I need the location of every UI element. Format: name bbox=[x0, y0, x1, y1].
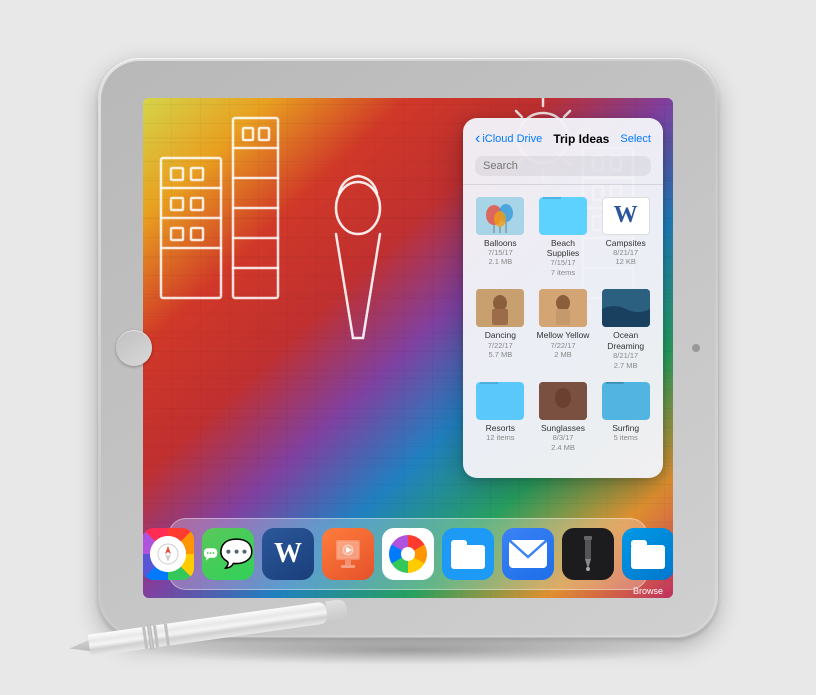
ocean-thumb bbox=[602, 289, 650, 327]
mail-app[interactable] bbox=[502, 528, 554, 580]
icloud-panel: iCloud Drive Trip Ideas Select bbox=[463, 118, 663, 478]
keynote-app[interactable] bbox=[322, 528, 374, 580]
messages-app[interactable] bbox=[202, 528, 254, 580]
pencil-end bbox=[325, 599, 348, 624]
campsites-name: Campsites bbox=[606, 238, 646, 248]
panel-file-grid: Balloons 7/15/17 2.1 MB Beach Supplies 7… bbox=[463, 185, 663, 465]
campsites-size: 12 KB bbox=[615, 257, 635, 267]
keynote-icon[interactable] bbox=[322, 528, 374, 580]
resorts-size: 12 items bbox=[486, 433, 514, 443]
camera-dot bbox=[692, 344, 700, 352]
file-item-beach-supplies[interactable]: Beach Supplies 7/15/17 7 items bbox=[534, 193, 593, 282]
word-icon[interactable]: W bbox=[262, 528, 314, 580]
file-item-sunglasses[interactable]: Sunglasses 8/3/17 2.4 MB bbox=[534, 378, 593, 457]
balloons-name: Balloons bbox=[484, 238, 517, 248]
mail-icon[interactable] bbox=[502, 528, 554, 580]
surfing-icon bbox=[602, 382, 650, 420]
photos-icon[interactable] bbox=[382, 528, 434, 580]
campsites-icon: W bbox=[602, 197, 650, 235]
photos-wheel bbox=[389, 535, 427, 573]
file-item-campsites[interactable]: W Campsites 8/21/17 12 KB bbox=[596, 193, 655, 282]
dancing-size: 5.7 MB bbox=[488, 350, 512, 360]
dancing-date: 7/22/17 bbox=[488, 341, 513, 351]
sunglasses-size: 2.4 MB bbox=[551, 443, 575, 453]
ocean-size: 2.7 MB bbox=[614, 361, 638, 371]
balloons-thumb bbox=[476, 197, 524, 235]
word-letter: W bbox=[274, 538, 302, 570]
panel-title: Trip Ideas bbox=[553, 132, 609, 146]
campsites-date: 8/21/17 bbox=[613, 248, 638, 258]
panel-back-button[interactable]: iCloud Drive bbox=[475, 130, 542, 148]
browse-label: Browse bbox=[622, 586, 673, 596]
ocean-name: Ocean Dreaming bbox=[598, 330, 653, 350]
browse-icon[interactable] bbox=[622, 528, 673, 580]
beach-size: 7 items bbox=[551, 268, 575, 278]
sunglasses-date: 8/3/17 bbox=[553, 433, 574, 443]
files-app[interactable] bbox=[442, 528, 494, 580]
dancing-thumb bbox=[476, 289, 524, 327]
file-item-surfing[interactable]: Surfing 5 items bbox=[596, 378, 655, 457]
balloons-date: 7/15/17 bbox=[488, 248, 513, 258]
files-icon[interactable] bbox=[442, 528, 494, 580]
dancing-name: Dancing bbox=[485, 330, 516, 340]
word-app[interactable]: W bbox=[262, 528, 314, 580]
ipad-shell: W bbox=[98, 58, 718, 638]
safari-app[interactable] bbox=[143, 528, 194, 580]
ink-app[interactable] bbox=[562, 528, 614, 580]
balloons-size: 2.1 MB bbox=[488, 257, 512, 267]
resorts-name: Resorts bbox=[486, 423, 515, 433]
file-item-resorts[interactable]: Resorts 12 items bbox=[471, 378, 530, 457]
mellow-date: 7/22/17 bbox=[550, 341, 575, 351]
beach-supplies-icon bbox=[539, 197, 587, 235]
mellow-thumb bbox=[539, 289, 587, 327]
panel-header: iCloud Drive Trip Ideas Select bbox=[463, 118, 663, 185]
photos-app[interactable] bbox=[382, 528, 434, 580]
campsites-word-letter: W bbox=[614, 202, 638, 229]
dock: W bbox=[168, 518, 648, 590]
file-item-balloons[interactable]: Balloons 7/15/17 2.1 MB bbox=[471, 193, 530, 282]
surfing-name: Surfing bbox=[612, 423, 639, 433]
beach-name: Beach Supplies bbox=[536, 238, 591, 258]
resorts-icon bbox=[476, 382, 524, 420]
safari-icon[interactable] bbox=[143, 528, 194, 580]
messages-icon[interactable] bbox=[202, 528, 254, 580]
surfing-size: 5 items bbox=[614, 433, 638, 443]
file-item-ocean-dreaming[interactable]: Ocean Dreaming 8/21/17 2.7 MB bbox=[596, 285, 655, 374]
browse-app[interactable]: Browse bbox=[622, 528, 673, 580]
panel-nav: iCloud Drive Trip Ideas Select bbox=[475, 130, 651, 148]
mellow-name: Mellow Yellow bbox=[537, 330, 590, 340]
sunglasses-thumb bbox=[539, 382, 587, 420]
file-item-mellow-yellow[interactable]: Mellow Yellow 7/22/17 2 MB bbox=[534, 285, 593, 374]
panel-select-button[interactable]: Select bbox=[620, 133, 651, 145]
ocean-date: 8/21/17 bbox=[613, 351, 638, 361]
ipad-screen: W bbox=[143, 98, 673, 598]
file-item-dancing[interactable]: Dancing 7/22/17 5.7 MB bbox=[471, 285, 530, 374]
mellow-size: 2 MB bbox=[554, 350, 572, 360]
ink-icon[interactable] bbox=[562, 528, 614, 580]
beach-date: 7/15/17 bbox=[550, 258, 575, 268]
scene: W bbox=[0, 0, 816, 695]
sunglasses-name: Sunglasses bbox=[541, 423, 585, 433]
panel-search-input[interactable] bbox=[475, 156, 651, 176]
home-button[interactable] bbox=[116, 330, 152, 366]
